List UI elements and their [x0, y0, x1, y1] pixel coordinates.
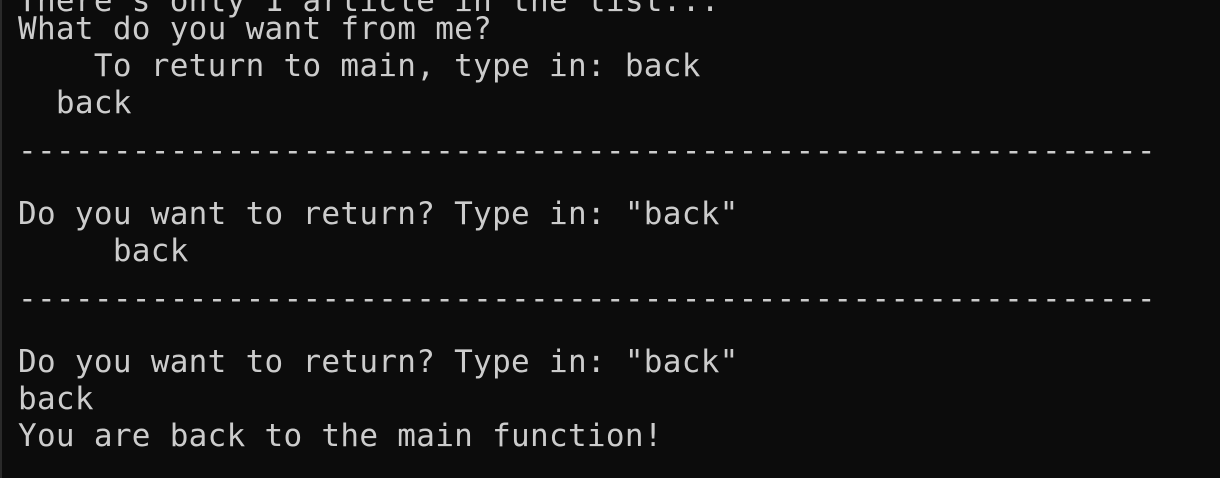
terminal-input-line: back — [18, 381, 94, 417]
terminal-window[interactable]: There's only 1 article in the list... Wh… — [0, 0, 1220, 478]
separator-line: ----------------------------------------… — [18, 133, 1156, 169]
terminal-input-line: back — [18, 233, 189, 269]
terminal-line: You are back to the main function! — [18, 418, 663, 454]
terminal-line: Do you want to return? Type in: "back" — [18, 344, 739, 380]
terminal-line: Do you want to return? Type in: "back" — [18, 196, 739, 232]
window-edge — [0, 0, 2, 478]
separator-line: ----------------------------------------… — [18, 281, 1156, 317]
terminal-line: What do you want from me? — [18, 11, 493, 47]
terminal-line: To return to main, type in: back — [18, 48, 701, 84]
terminal-input-line: back — [18, 85, 132, 121]
